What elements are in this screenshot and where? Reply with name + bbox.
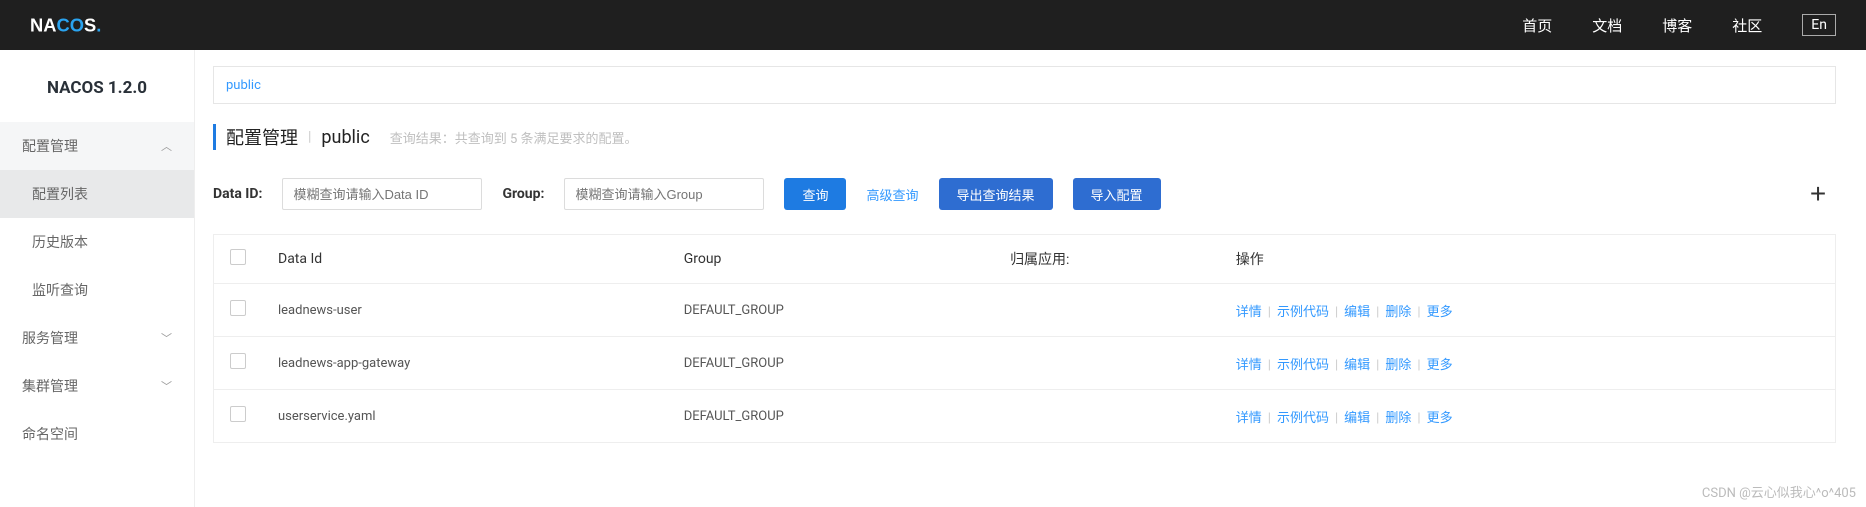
th-ops: 操作 xyxy=(1220,235,1836,284)
result-hint: 查询结果：共查询到 5 条满足要求的配置。 xyxy=(390,128,638,147)
nav-docs[interactable]: 文档 xyxy=(1592,15,1622,36)
namespace-tabs: public xyxy=(213,66,1836,104)
search-row: Data ID: Group: 查询 高级查询 导出查询结果 导入配置 + xyxy=(213,176,1836,212)
op-edit[interactable]: 编辑 xyxy=(1344,358,1370,373)
cell-group: DEFAULT_GROUP xyxy=(668,390,994,443)
container: NACOS 1.2.0 配置管理 ︿ 配置列表 历史版本 监听查询 服务管理 ﹀… xyxy=(0,50,1866,507)
op-detail[interactable]: 详情 xyxy=(1236,411,1262,426)
main: public 配置管理 | public 查询结果：共查询到 5 条满足要求的配… xyxy=(195,50,1866,507)
op-sample[interactable]: 示例代码 xyxy=(1277,358,1329,373)
top-nav: 首页 文档 博客 社区 En xyxy=(1522,14,1836,36)
nav-blog[interactable]: 博客 xyxy=(1662,15,1692,36)
nacos-logo-icon: NACOS. xyxy=(30,14,158,36)
sidebar-item-listen[interactable]: 监听查询 xyxy=(0,266,194,314)
add-button[interactable]: + xyxy=(1800,176,1836,212)
nav-community[interactable]: 社区 xyxy=(1732,15,1762,36)
page-scope: public xyxy=(321,127,369,148)
op-delete[interactable]: 删除 xyxy=(1385,305,1411,320)
chevron-up-icon: ︿ xyxy=(161,138,172,154)
cell-dataid: leadnews-user xyxy=(262,284,668,337)
dataid-label: Data ID: xyxy=(213,186,262,202)
dataid-input[interactable] xyxy=(282,178,482,210)
query-button[interactable]: 查询 xyxy=(784,178,846,210)
version-label: NACOS 1.2.0 xyxy=(0,50,194,122)
sidebar-group-label: 集群管理 xyxy=(22,376,78,396)
cell-ops: 详情|示例代码|编辑|删除|更多 xyxy=(1220,390,1836,443)
row-checkbox[interactable] xyxy=(230,353,246,369)
cell-app xyxy=(994,337,1220,390)
th-dataid: Data Id xyxy=(262,235,668,284)
op-delete[interactable]: 删除 xyxy=(1385,358,1411,373)
sidebar-group-label: 命名空间 xyxy=(22,424,78,444)
sidebar: NACOS 1.2.0 配置管理 ︿ 配置列表 历史版本 监听查询 服务管理 ﹀… xyxy=(0,50,195,507)
cell-app xyxy=(994,284,1220,337)
config-table: Data Id Group 归属应用: 操作 leadnews-userDEFA… xyxy=(213,234,1836,443)
lang-toggle[interactable]: En xyxy=(1802,14,1836,36)
topbar: NACOS. 首页 文档 博客 社区 En xyxy=(0,0,1866,50)
cell-group: DEFAULT_GROUP xyxy=(668,337,994,390)
group-label: Group: xyxy=(502,186,544,202)
op-sample[interactable]: 示例代码 xyxy=(1277,411,1329,426)
table-row: leadnews-app-gatewayDEFAULT_GROUP 详情|示例代码… xyxy=(214,337,1836,390)
op-sample[interactable]: 示例代码 xyxy=(1277,305,1329,320)
row-checkbox[interactable] xyxy=(230,300,246,316)
cell-ops: 详情|示例代码|编辑|删除|更多 xyxy=(1220,284,1836,337)
cell-dataid: leadnews-app-gateway xyxy=(262,337,668,390)
op-more[interactable]: 更多 xyxy=(1427,358,1453,373)
op-detail[interactable]: 详情 xyxy=(1236,305,1262,320)
sidebar-item-history[interactable]: 历史版本 xyxy=(0,218,194,266)
advanced-query-link[interactable]: 高级查询 xyxy=(866,185,918,204)
sidebar-group-service[interactable]: 服务管理 ﹀ xyxy=(0,314,194,362)
sidebar-group-label: 配置管理 xyxy=(22,136,78,156)
sidebar-item-namespace[interactable]: 命名空间 xyxy=(0,410,194,458)
group-input[interactable] xyxy=(564,178,764,210)
chevron-down-icon: ﹀ xyxy=(161,378,172,394)
op-more[interactable]: 更多 xyxy=(1427,305,1453,320)
svg-text:NACOS.: NACOS. xyxy=(30,14,101,35)
sidebar-item-config-list[interactable]: 配置列表 xyxy=(0,170,194,218)
cell-dataid: userservice.yaml xyxy=(262,390,668,443)
op-delete[interactable]: 删除 xyxy=(1385,411,1411,426)
sidebar-group-cluster[interactable]: 集群管理 ﹀ xyxy=(0,362,194,410)
cell-group: DEFAULT_GROUP xyxy=(668,284,994,337)
page-title-row: 配置管理 | public 查询结果：共查询到 5 条满足要求的配置。 xyxy=(213,124,1836,150)
op-detail[interactable]: 详情 xyxy=(1236,358,1262,373)
page-title: 配置管理 xyxy=(226,124,298,150)
chevron-down-icon: ﹀ xyxy=(161,330,172,346)
sidebar-group-config[interactable]: 配置管理 ︿ xyxy=(0,122,194,170)
import-button[interactable]: 导入配置 xyxy=(1073,178,1161,210)
tab-public[interactable]: public xyxy=(226,78,261,93)
export-button[interactable]: 导出查询结果 xyxy=(939,178,1053,210)
th-group: Group xyxy=(668,235,994,284)
nav-home[interactable]: 首页 xyxy=(1522,15,1552,36)
table-row: userservice.yamlDEFAULT_GROUP 详情|示例代码|编辑|… xyxy=(214,390,1836,443)
th-app: 归属应用: xyxy=(994,235,1220,284)
op-edit[interactable]: 编辑 xyxy=(1344,411,1370,426)
op-edit[interactable]: 编辑 xyxy=(1344,305,1370,320)
title-separator: | xyxy=(308,129,311,145)
cell-app xyxy=(994,390,1220,443)
sidebar-group-label: 服务管理 xyxy=(22,328,78,348)
row-checkbox[interactable] xyxy=(230,406,246,422)
cell-ops: 详情|示例代码|编辑|删除|更多 xyxy=(1220,337,1836,390)
op-more[interactable]: 更多 xyxy=(1427,411,1453,426)
table-row: leadnews-userDEFAULT_GROUP 详情|示例代码|编辑|删除|… xyxy=(214,284,1836,337)
select-all-checkbox[interactable] xyxy=(230,249,246,265)
logo[interactable]: NACOS. xyxy=(30,14,158,36)
plus-icon: + xyxy=(1810,178,1826,210)
